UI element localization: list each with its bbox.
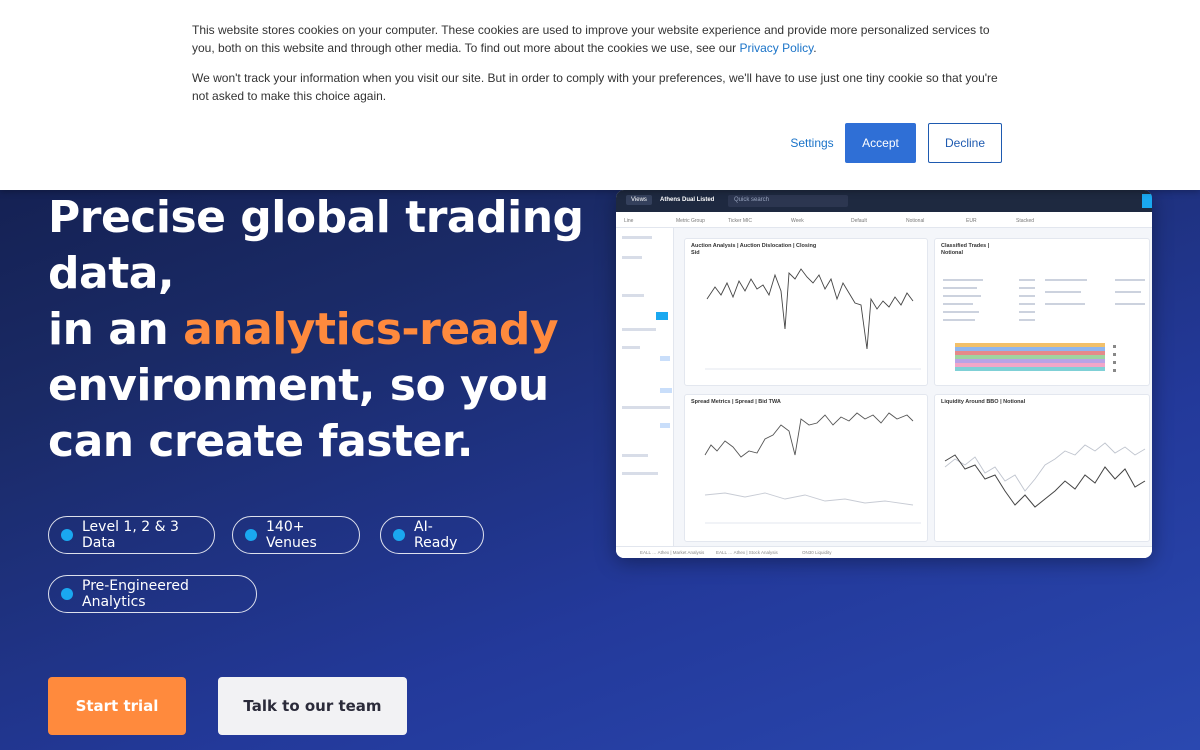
filter-item: Stacked [1016,218,1035,224]
line-chart-graphic [705,268,921,370]
liquidity-bbo-panel: Liquidity Around BBO | Notional [934,394,1150,542]
dashboard-bottom-tabs: EALL … Athex | Market Analysis EALL … At… [616,546,1152,558]
talk-to-team-button[interactable]: Talk to our team [218,677,407,735]
bullet-dot-icon [61,529,73,541]
dashboard-sidebar [616,228,674,548]
filter-item: EUR [966,218,977,224]
feature-chip-levels: Level 1, 2 & 3 Data [48,516,215,554]
cookie-text-before-link: This website stores cookies on your comp… [192,23,990,55]
bottom-tab: EALL … Athex | Stock Analysis [716,550,778,555]
bullet-dot-icon [245,529,257,541]
bullet-dot-icon [61,588,73,600]
filter-item: Line [624,218,634,224]
dashboard-tab: Athens Dual Listed [660,197,715,203]
bottom-tab: EALL … Athex | Market Analysis [640,550,705,555]
classified-trades-panel: Classified Trades | Notional [934,238,1150,386]
feature-chip-label: Level 1, 2 & 3 Data [82,519,179,551]
bottom-tab: ON30 Liquidity [802,550,832,555]
start-trial-button[interactable]: Start trial [48,677,186,735]
panel-title: Spread Metrics | Spread | Bid TWA [691,399,781,405]
cookie-banner: This website stores cookies on your comp… [0,0,1200,190]
filter-item: Default [851,218,867,224]
cookie-text-after-link: . [813,41,817,55]
spread-metrics-panel: Spread Metrics | Spread | Bid TWA [684,394,928,542]
feature-chip-label: Pre-Engineered Analytics [82,578,189,610]
topbar-accent [1142,194,1152,208]
cookie-settings-button[interactable]: Settings [780,134,844,152]
feature-chip-analytics: Pre-Engineered Analytics [48,575,257,613]
cookie-text-secondary: We won't track your information when you… [192,71,998,103]
bullet-dot-icon [393,529,405,541]
feature-chip-label: AI-Ready [414,519,458,551]
cookie-decline-button[interactable]: Decline [928,123,1002,163]
panel-title: Classified Trades | Notional [941,243,990,256]
dashboard-filter-bar: Line Metric Group Ticker MIC Week Defaul… [616,212,1152,228]
cookie-text-primary: This website stores cookies on your comp… [192,21,1012,57]
hero-headline: Precise global trading data, in an analy… [48,190,608,470]
line-chart-graphic [944,442,1146,508]
auction-analysis-panel: Auction Analysis | Auction Dislocation |… [684,238,928,386]
headline-line-1: Precise global trading data, [48,192,584,299]
filter-item: Metric Group [676,218,705,224]
views-button: Views [626,195,652,205]
panel-title: Auction Analysis | Auction Dislocation |… [691,243,817,256]
headline-accent: analytics-ready [183,304,559,355]
filter-item: Week [791,218,804,224]
feature-chip-ai-ready: AI-Ready [380,516,484,554]
feature-chip-venues: 140+ Venues [232,516,360,554]
privacy-policy-link[interactable]: Privacy Policy [739,41,813,55]
filter-item: Ticker MIC [728,218,752,224]
panel-title: Liquidity Around BBO | Notional [941,399,1026,405]
stacked-bar-graphic [943,279,1145,372]
headline-line-3: environment, so you can create faster. [48,360,549,467]
cookie-accept-button[interactable]: Accept [845,123,916,163]
dashboard-screenshot: Views Athens Dual Listed Quick search Li… [616,190,1152,558]
headline-line-2-prefix: in an [48,304,184,355]
sidebar-placeholder-lines [622,236,672,475]
line-chart-graphic [704,412,921,524]
dashboard-search: Quick search [728,195,848,207]
dashboard-topbar: Views Athens Dual Listed Quick search [616,190,1152,212]
filter-item: Notional [906,218,925,224]
feature-chip-label: 140+ Venues [266,519,317,551]
